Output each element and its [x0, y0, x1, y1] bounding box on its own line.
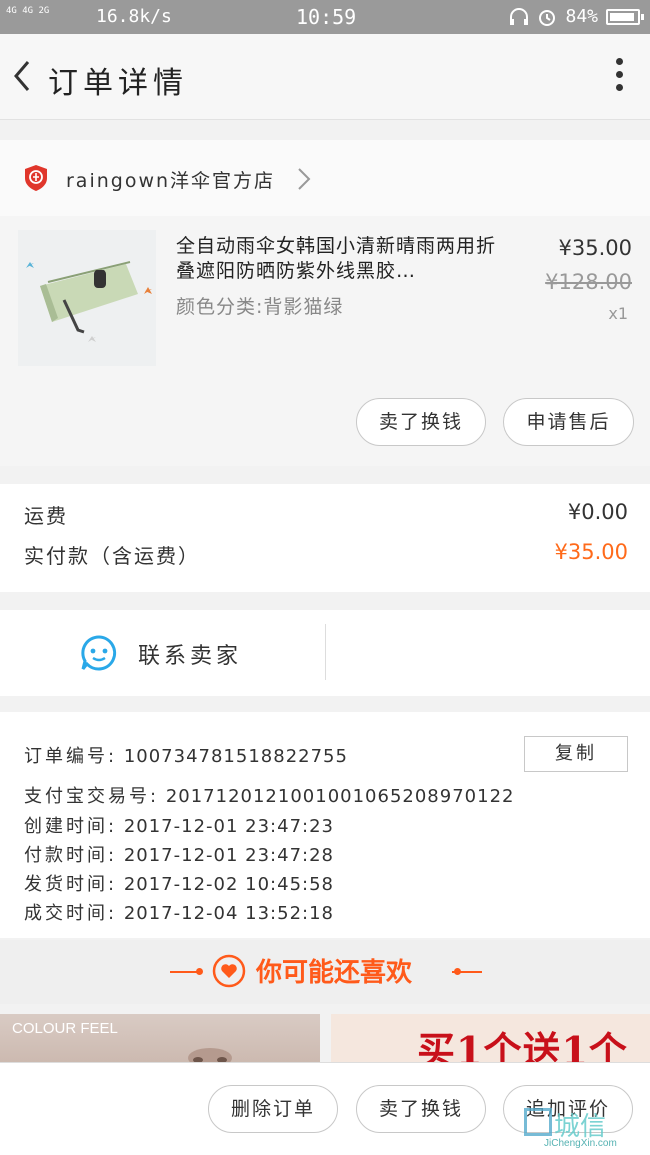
order-number-row: 订单编号: 100734781518822755 [24, 742, 348, 768]
paid-time: 2017-12-01 23:47:28 [123, 845, 334, 866]
product-item[interactable]: 全自动雨伞女韩国小清新晴雨两用折叠遮阳防晒防紫外线黑胶… 颜色分类:背影猫绿 ¥… [0, 216, 650, 466]
shipped-time: 2017-12-02 10:45:58 [123, 874, 334, 895]
order-info: 订单编号: 100734781518822755 复制 支付宝交易号: 2017… [0, 712, 650, 938]
divider [452, 971, 482, 973]
created-label: 创建时间: [24, 816, 118, 837]
completed-time: 2017-12-04 13:52:18 [123, 903, 334, 924]
page-title: 订单详情 [48, 66, 188, 101]
status-right: 84% [509, 6, 644, 27]
chevron-right-icon [298, 168, 311, 190]
network-speed: 16.8k/s [96, 6, 172, 27]
dot-decoration [196, 968, 203, 975]
divider [325, 624, 326, 680]
order-number: 100734781518822755 [123, 746, 348, 767]
cost-summary: 运费 ¥0.00 实付款（含运费） ¥35.00 [0, 484, 650, 592]
alipay-row: 支付宝交易号: 2017120121001001065208970122 [24, 782, 514, 808]
more-menu-icon[interactable] [614, 58, 624, 94]
product-quantity: x1 [608, 304, 628, 323]
resell-button-bottom[interactable]: 卖了换钱 [356, 1085, 486, 1133]
shop-logo-icon [25, 165, 47, 191]
watermark-url: JiChengXin.com [544, 1138, 617, 1149]
signal-indicator: 4G 4G 2G [6, 6, 50, 16]
alipay-number: 2017120121001001065208970122 [165, 786, 515, 807]
status-bar: 4G 4G 2G 16.8k/s 10:59 84% [0, 0, 650, 34]
alarm-icon [539, 9, 556, 26]
order-number-label: 订单编号: [24, 746, 118, 767]
product-original-price: ¥128.00 [545, 270, 632, 294]
shipping-label: 运费 [24, 504, 68, 528]
delete-order-button[interactable]: 删除订单 [208, 1085, 338, 1133]
recommend-banner: 你可能还喜欢 [0, 940, 650, 1004]
created-time: 2017-12-01 23:47:23 [123, 816, 334, 837]
alipay-label: 支付宝交易号: [24, 786, 160, 807]
headphone-icon [510, 7, 529, 25]
product-image[interactable] [18, 230, 156, 366]
battery-icon [606, 8, 644, 25]
paid-label: 实付款（含运费） [24, 544, 200, 568]
page-header: 订单详情 [0, 34, 650, 120]
after-sale-button[interactable]: 申请售后 [503, 398, 634, 446]
product-price: ¥35.00 [558, 236, 632, 260]
watermark: 城信 JiChengXin.com [524, 1102, 644, 1152]
watermark-logo-icon [524, 1108, 552, 1136]
shop-row[interactable]: raingown洋伞官方店 [0, 140, 650, 216]
paid-row: 付款时间: 2017-12-01 23:47:28 [24, 841, 334, 867]
contact-seller-label[interactable]: 联系卖家 [138, 638, 242, 670]
resell-button[interactable]: 卖了换钱 [356, 398, 486, 446]
product-title[interactable]: 全自动雨伞女韩国小清新晴雨两用折叠遮阳防晒防紫外线黑胶… [176, 234, 506, 284]
back-arrow-icon[interactable] [8, 56, 38, 96]
paid-time-label: 付款时间: [24, 845, 118, 866]
product-sku: 颜色分类:背影猫绿 [176, 296, 344, 318]
paid-value: ¥35.00 [554, 540, 628, 564]
heart-icon [212, 954, 246, 988]
created-row: 创建时间: 2017-12-01 23:47:23 [24, 812, 334, 838]
chat-bubble-icon [81, 635, 117, 671]
shop-name[interactable]: raingown洋伞官方店 [66, 166, 275, 193]
clock: 10:59 [296, 5, 357, 29]
recommend-title: 你可能还喜欢 [256, 958, 413, 988]
shipped-label: 发货时间: [24, 874, 118, 895]
battery-percent: 84% [565, 6, 598, 27]
shipping-value: ¥0.00 [567, 500, 628, 524]
completed-row: 成交时间: 2017-12-04 13:52:18 [24, 899, 334, 925]
shipped-row: 发货时间: 2017-12-02 10:45:58 [24, 870, 334, 896]
contact-seller-row[interactable]: 联系卖家 [0, 610, 650, 696]
completed-label: 成交时间: [24, 903, 118, 924]
copy-button[interactable]: 复制 [524, 736, 628, 772]
recommend-brand: COLOUR FEEL [12, 1020, 118, 1037]
